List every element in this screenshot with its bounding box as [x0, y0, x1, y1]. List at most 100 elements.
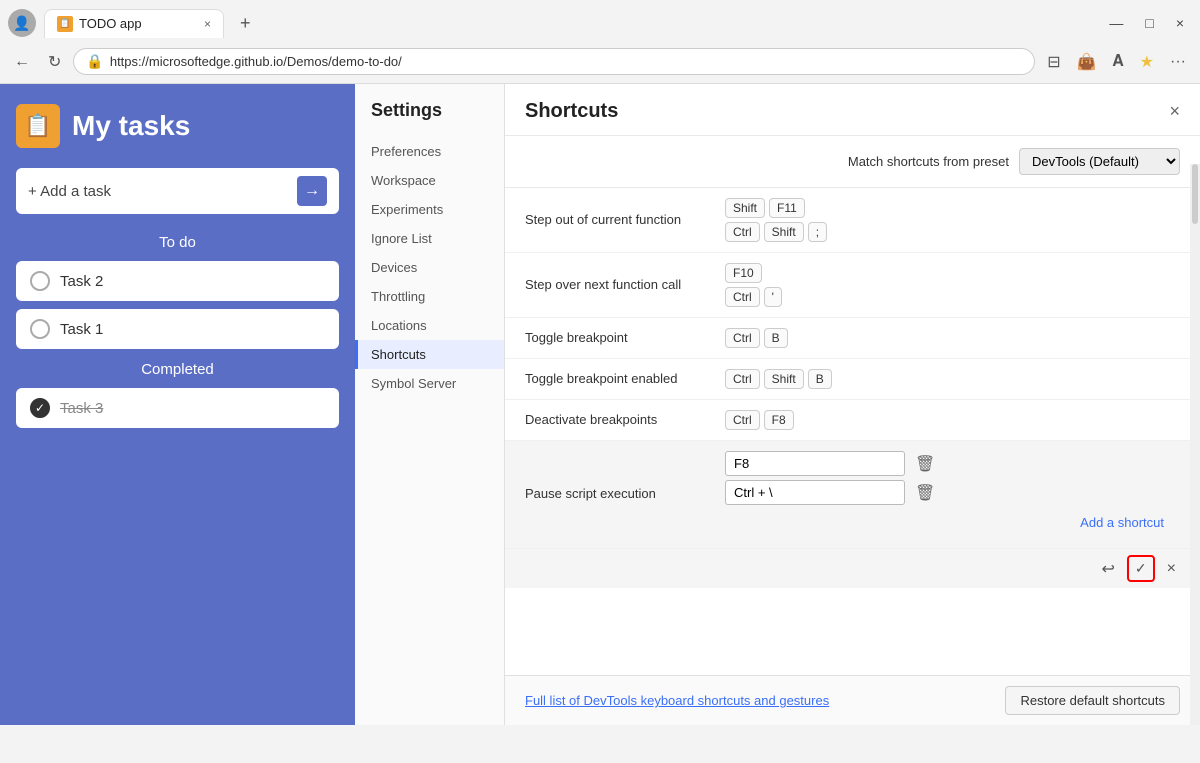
shortcut-row-toggle-bp-enabled: Toggle breakpoint enabled Ctrl Shift B — [505, 359, 1200, 400]
list-item[interactable]: ✓ Task 3 — [16, 388, 339, 428]
task-checkbox-done[interactable]: ✓ — [30, 398, 50, 418]
shortcut-keys: 🗑 🗑 Add a shortcut — [725, 451, 1180, 538]
scrollbar-thumb[interactable] — [1192, 164, 1198, 224]
shortcut-name: Deactivate breakpoints — [525, 411, 725, 429]
favorites-button[interactable]: ★ — [1134, 48, 1160, 76]
tab-close-button[interactable]: × — [204, 17, 211, 31]
key-badge: Ctrl — [725, 222, 760, 242]
list-item[interactable]: Task 1 — [16, 309, 339, 349]
key-row: Shift F11 — [725, 198, 1180, 218]
key-row: F10 — [725, 263, 1180, 283]
split-screen-button[interactable]: ⊟ — [1041, 48, 1066, 76]
back-button[interactable]: ← — [8, 49, 36, 75]
shortcuts-panel-title: Shortcuts — [525, 100, 618, 123]
key-badge: B — [808, 369, 832, 389]
full-list-link[interactable]: Full list of DevTools keyboard shortcuts… — [525, 693, 829, 708]
shortcut-keys: Ctrl B — [725, 328, 1180, 348]
shortcut-name: Toggle breakpoint enabled — [525, 370, 725, 388]
key-badge: F10 — [725, 263, 762, 283]
shortcut-row-pause-script: Pause script execution 🗑 🗑 Add a shortcu… — [505, 441, 1200, 549]
sidebar-item-symbol-server[interactable]: Symbol Server — [355, 369, 504, 398]
new-tab-button[interactable]: + — [232, 13, 259, 34]
task-label: Task 1 — [60, 321, 103, 338]
address-bar[interactable]: 🔒 https://microsoftedge.github.io/Demos/… — [73, 48, 1035, 75]
add-task-text: + Add a task — [28, 183, 289, 200]
shortcut-input-2[interactable] — [725, 480, 905, 505]
add-shortcut-link[interactable]: Add a shortcut — [1080, 515, 1164, 530]
shortcuts-panel: Shortcuts × Match shortcuts from preset … — [505, 84, 1200, 725]
sidebar-item-workspace[interactable]: Workspace — [355, 166, 504, 195]
restore-defaults-button[interactable]: Restore default shortcuts — [1005, 686, 1180, 715]
key-badge: F11 — [769, 198, 805, 218]
sidebar-item-shortcuts[interactable]: Shortcuts — [355, 340, 504, 369]
key-row: Ctrl Shift ; — [725, 222, 1180, 242]
tab-favicon: 📋 — [57, 16, 73, 32]
shortcuts-content: Step out of current function Shift F11 C… — [505, 188, 1200, 675]
cancel-edit-button[interactable]: × — [1163, 558, 1180, 580]
settings-title: Settings — [355, 100, 504, 137]
toolbar-actions: ⊟ 👜 𝐀 ★ ··· — [1041, 48, 1192, 76]
main-area: 📋 My tasks + Add a task → To do Task 2 T… — [0, 84, 1200, 725]
task-checkbox[interactable] — [30, 271, 50, 291]
window-close-button[interactable]: × — [1168, 13, 1192, 33]
completed-section-title: Completed — [16, 361, 339, 378]
key-row: 🗑 — [725, 451, 1180, 476]
key-badge: Ctrl — [725, 369, 760, 389]
shortcuts-close-button[interactable]: × — [1169, 101, 1180, 122]
key-badge: Ctrl — [725, 328, 760, 348]
read-aloud-button[interactable]: 𝐀 — [1107, 48, 1130, 76]
undo-button[interactable]: ↩ — [1098, 557, 1119, 581]
add-task-button[interactable]: → — [297, 176, 327, 206]
shortcut-row-step-over: Step over next function call F10 Ctrl ' — [505, 253, 1200, 318]
browser-tab[interactable]: 📋 TODO app × — [44, 9, 224, 38]
sidebar-item-preferences[interactable]: Preferences — [355, 137, 504, 166]
shortcut-keys: Ctrl F8 — [725, 410, 1180, 430]
edit-actions: ↩ ✓ × — [505, 549, 1200, 588]
address-text: https://microsoftedge.github.io/Demos/de… — [110, 54, 1022, 69]
shortcut-row-step-out: Step out of current function Shift F11 C… — [505, 188, 1200, 253]
todo-sidebar: 📋 My tasks + Add a task → To do Task 2 T… — [0, 84, 355, 725]
key-row: Ctrl ' — [725, 287, 1180, 307]
delete-shortcut-button-2[interactable]: 🗑 — [909, 481, 941, 505]
key-row: 🗑 — [725, 480, 1180, 505]
key-badge: Shift — [764, 369, 804, 389]
completed-section: Completed ✓ Task 3 — [16, 361, 339, 428]
todo-section: To do Task 2 Task 1 — [16, 234, 339, 349]
shortcut-input-1[interactable] — [725, 451, 905, 476]
add-task-bar[interactable]: + Add a task → — [16, 168, 339, 214]
sidebar-item-locations[interactable]: Locations — [355, 311, 504, 340]
shortcuts-header: Shortcuts × — [505, 84, 1200, 136]
list-item[interactable]: Task 2 — [16, 261, 339, 301]
todo-header: 📋 My tasks — [16, 104, 339, 148]
shortcut-name: Step out of current function — [525, 211, 725, 229]
key-badge: F8 — [764, 410, 794, 430]
title-bar: 👤 📋 TODO app × + — □ × — [0, 0, 1200, 40]
sidebar-item-experiments[interactable]: Experiments — [355, 195, 504, 224]
key-badge: ; — [808, 222, 827, 242]
refresh-button[interactable]: ↻ — [42, 48, 67, 76]
more-button[interactable]: ··· — [1164, 48, 1192, 76]
user-avatar[interactable]: 👤 — [8, 9, 36, 37]
lock-icon: 🔒 — [86, 53, 103, 70]
key-badge: Ctrl — [725, 410, 760, 430]
tab-title: TODO app — [79, 16, 142, 31]
collections-button[interactable]: 👜 — [1071, 48, 1103, 76]
minimize-button[interactable]: — — [1101, 13, 1131, 33]
sidebar-item-ignore-list[interactable]: Ignore List — [355, 224, 504, 253]
shortcut-row-toggle-bp: Toggle breakpoint Ctrl B — [505, 318, 1200, 359]
key-row: Ctrl F8 — [725, 410, 1180, 430]
preset-row: Match shortcuts from preset DevTools (De… — [505, 136, 1200, 188]
window-controls: — □ × — [1101, 13, 1192, 33]
sidebar-item-devices[interactable]: Devices — [355, 253, 504, 282]
task-checkbox[interactable] — [30, 319, 50, 339]
sidebar-item-throttling[interactable]: Throttling — [355, 282, 504, 311]
shortcut-name: Toggle breakpoint — [525, 329, 725, 347]
maximize-button[interactable]: □ — [1137, 13, 1161, 33]
delete-shortcut-button-1[interactable]: 🗑 — [909, 452, 941, 476]
todo-icon: 📋 — [16, 104, 60, 148]
confirm-button[interactable]: ✓ — [1127, 555, 1155, 582]
preset-select[interactable]: DevTools (Default) — [1019, 148, 1180, 175]
todo-section-title: To do — [16, 234, 339, 251]
key-row: Ctrl B — [725, 328, 1180, 348]
key-badge: Shift — [725, 198, 765, 218]
